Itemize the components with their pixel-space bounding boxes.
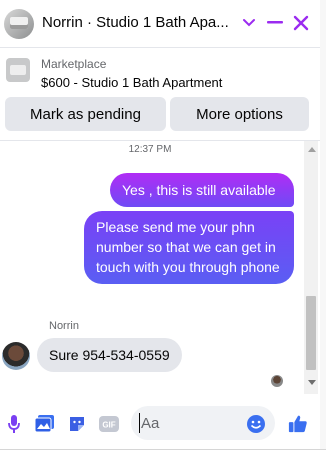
sender-name: Norrin <box>49 320 79 332</box>
photo-icon[interactable] <box>35 414 55 434</box>
minimize-icon[interactable] <box>264 12 286 34</box>
message-thread: 12:37 PM Yes , this is still available P… <box>0 141 320 399</box>
listing-title[interactable]: $600 - Studio 1 Bath Apartment <box>41 75 222 90</box>
read-receipt-avatar <box>271 375 283 387</box>
chat-title[interactable]: Norrin · Studio 1 Bath Apa... <box>42 14 232 31</box>
gif-icon[interactable]: GIF <box>99 414 119 434</box>
window-edge <box>320 0 326 449</box>
message-input[interactable] <box>139 413 239 433</box>
taskbar-edge <box>0 449 326 460</box>
chat-header: Norrin · Studio 1 Bath Apa... <box>0 0 320 48</box>
scroll-down-arrow-icon[interactable] <box>308 380 316 385</box>
more-options-button[interactable]: More options <box>170 97 309 131</box>
incoming-message[interactable]: Sure 954-534-0559 <box>37 338 182 372</box>
sticker-icon[interactable] <box>67 414 87 434</box>
marketplace-panel: Marketplace $600 - Studio 1 Bath Apartme… <box>0 48 320 141</box>
sender-avatar[interactable] <box>2 342 30 370</box>
chevron-down-icon[interactable] <box>238 12 260 34</box>
microphone-icon[interactable] <box>4 414 24 434</box>
message-composer: GIF <box>0 399 320 449</box>
scrollbar-thumb[interactable] <box>306 296 316 370</box>
outgoing-message[interactable]: Please send me your phn number so that w… <box>84 211 294 284</box>
scroll-up-arrow-icon[interactable] <box>308 147 316 152</box>
svg-text:GIF: GIF <box>102 421 115 430</box>
close-icon[interactable] <box>290 12 312 34</box>
mark-as-pending-button[interactable]: Mark as pending <box>5 97 166 131</box>
thumbs-up-icon[interactable] <box>288 414 308 434</box>
outgoing-message[interactable]: Yes , this is still available <box>110 173 294 207</box>
emoji-icon[interactable] <box>246 414 266 434</box>
message-timestamp: 12:37 PM <box>128 144 172 155</box>
marketplace-label: Marketplace <box>41 57 107 71</box>
listing-avatar[interactable] <box>4 9 34 39</box>
listing-thumbnail[interactable] <box>6 58 30 82</box>
